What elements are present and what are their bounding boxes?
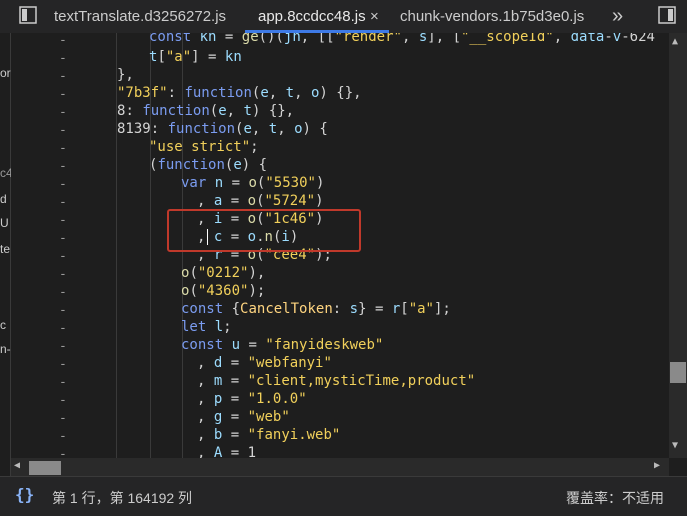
gutter-mark: - [59, 87, 67, 102]
code-line: , b = "fanyi.web" [197, 427, 341, 443]
code-line: const {CancelToken: s} = r["a"]; [181, 301, 451, 317]
left-panel-text: or [0, 66, 11, 80]
tab-bar: textTranslate.d3256272.js app.8ccdcc48.j… [0, 0, 687, 33]
gutter-mark: - [59, 429, 67, 444]
code-line: const kn = ge()(jn, [["render", s], ["__… [149, 33, 655, 45]
gutter-mark: - [59, 267, 67, 282]
gutter-mark: - [59, 357, 67, 372]
close-tab-icon[interactable]: × [370, 0, 379, 33]
gutter-mark: - [59, 411, 67, 426]
gutter-mark: - [59, 393, 67, 408]
vertical-scroll-thumb[interactable] [670, 362, 686, 383]
scroll-down-icon[interactable]: ▼ [672, 440, 678, 451]
gutter-mark: - [59, 303, 67, 318]
gutter-mark: - [59, 141, 67, 156]
gutter-mark: - [59, 213, 67, 228]
gutter-mark: - [59, 195, 67, 210]
line-gutter: - - - - - - - - - - - - - - - - - - - - … [11, 33, 71, 462]
pretty-print-icon[interactable]: {} [15, 485, 34, 504]
sidebar-toggle-icon[interactable] [18, 5, 38, 25]
panel-right-icon[interactable] [657, 5, 677, 25]
code-line: , m = "client,mysticTime,product" [197, 373, 476, 389]
gutter-mark: - [59, 69, 67, 84]
text-cursor [207, 229, 208, 245]
left-panel-text: c [0, 318, 6, 332]
horizontal-scrollbar[interactable] [11, 458, 669, 476]
scroll-left-icon[interactable]: ◀ [14, 460, 20, 471]
scroll-right-icon[interactable]: ▶ [654, 460, 660, 471]
code-line: , A = 1 [197, 445, 257, 458]
tab-text-translate[interactable]: textTranslate.d3256272.js [54, 0, 226, 33]
gutter-mark: - [59, 321, 67, 336]
left-panel-text: n- [0, 342, 11, 356]
gutter-mark: - [59, 285, 67, 300]
left-panel-text: te [0, 242, 11, 256]
tab-app[interactable]: app.8ccdcc48.js [258, 0, 366, 33]
gutter-mark: - [59, 105, 67, 120]
gutter-mark: - [59, 123, 67, 138]
code-line: t["a"] = kn [149, 49, 242, 65]
code-line: "use strict"; [149, 139, 259, 155]
code-line: }, [117, 67, 134, 83]
cursor-position: 第 1 行，第 164192 列 [52, 490, 193, 506]
horizontal-scroll-thumb[interactable] [29, 461, 61, 475]
gutter-mark: - [59, 249, 67, 264]
gutter-mark: - [59, 159, 67, 174]
left-panel-text: d [0, 192, 7, 206]
gutter-mark: - [59, 33, 67, 48]
code-line: , p = "1.0.0" [197, 391, 307, 407]
coverage-status: 覆盖率：不适用 [566, 490, 664, 506]
gutter-mark: - [59, 231, 67, 246]
code-line: , d = "webfanyi" [197, 355, 332, 371]
vertical-scrollbar[interactable] [669, 33, 687, 458]
left-panel-text: U [0, 216, 9, 230]
gutter-mark: - [59, 375, 67, 390]
code-line: var n = o("5530") [181, 175, 325, 191]
gutter-mark: - [59, 339, 67, 354]
code-line: 8139: function(e, t, o) { [117, 121, 328, 137]
gutter-mark: - [59, 51, 67, 66]
code-line: , g = "web" [197, 409, 290, 425]
code-line: "7b3f": function(e, t, o) {}, [117, 85, 362, 101]
code-line: o("0212"), [181, 265, 266, 281]
code-line: const u = "fanyideskweb" [181, 337, 384, 353]
highlight-annotation-box [167, 209, 361, 252]
code-line: let l; [181, 319, 232, 335]
gutter-mark: - [59, 177, 67, 192]
code-line: (function(e) { [149, 157, 268, 173]
code-line: o("4360"); [181, 283, 266, 299]
tab-chunk-vendors[interactable]: chunk-vendors.1b75d3e0.js [400, 0, 584, 33]
code-line: , a = o("5724") [197, 193, 324, 209]
code-line: 8: function(e, t) {}, [117, 103, 295, 119]
scroll-up-icon[interactable]: ▲ [672, 36, 678, 47]
tab-overflow-icon[interactable]: » [612, 0, 623, 33]
